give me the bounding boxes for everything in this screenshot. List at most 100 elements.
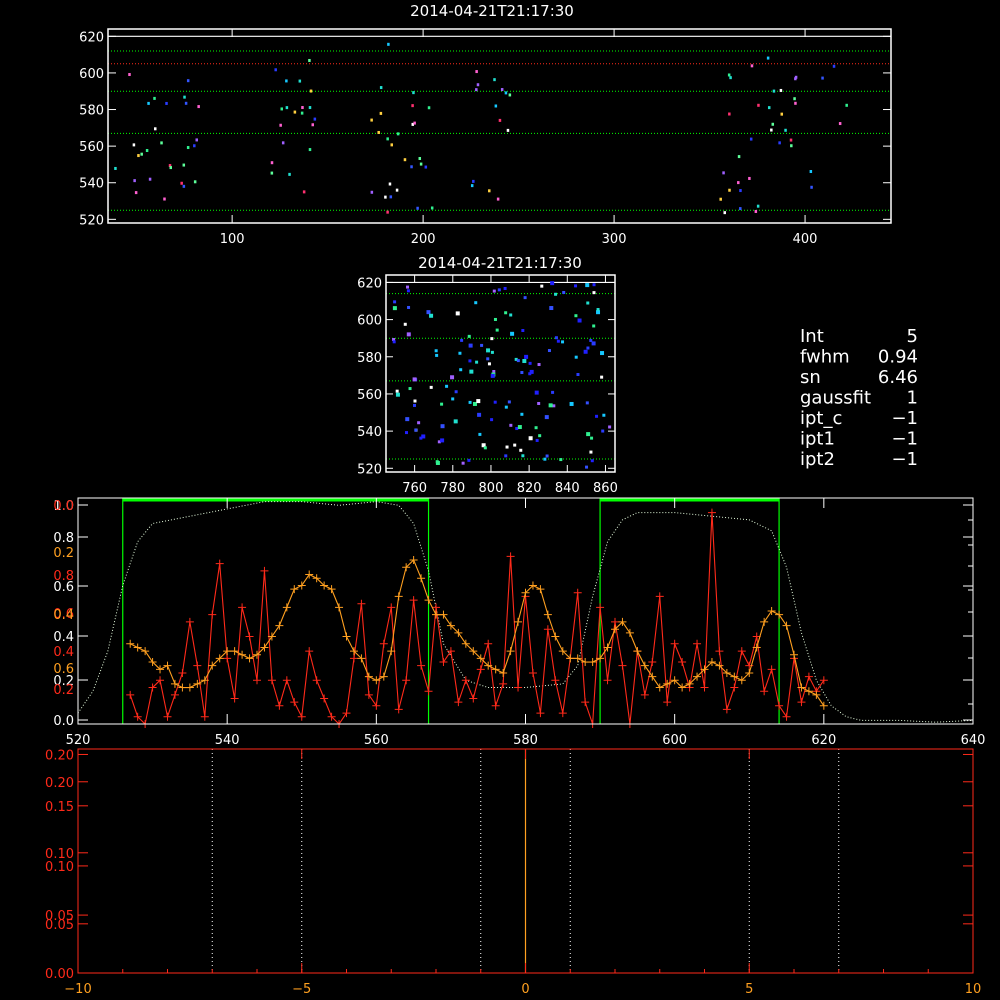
spec-red-y-label-3: 0.8 — [53, 569, 74, 584]
mid-point-102 — [408, 387, 412, 391]
mid-point-15 — [590, 459, 594, 463]
red-series-point-57 — [551, 676, 560, 685]
top-point-123 — [821, 76, 824, 80]
bottom-x-tick-label-1: −5 — [292, 982, 311, 997]
mid-point-12 — [459, 368, 463, 372]
orange-series-point-88 — [782, 621, 791, 630]
mid-point-148 — [434, 349, 438, 353]
mid-point-135 — [545, 454, 549, 458]
top-point-19 — [193, 144, 196, 148]
orange-series-point-15 — [238, 650, 247, 659]
mid-point-52 — [586, 432, 591, 437]
top-point-48 — [370, 118, 373, 122]
top-point-69 — [427, 106, 431, 110]
top-panel-frame — [107, 28, 892, 224]
mid-point-5 — [504, 454, 508, 458]
mid-point-84 — [477, 412, 482, 417]
mid-point-115 — [490, 337, 494, 341]
mid-point-96 — [549, 306, 554, 311]
top-point-58 — [387, 42, 390, 46]
orange-series-point-42 — [439, 610, 448, 619]
info-label-5: ipt1 — [800, 429, 835, 450]
spectrum-lines — [77, 501, 974, 728]
top-point-85 — [494, 104, 498, 108]
bottom-y-tick-label-6: 0.20 — [45, 776, 74, 791]
bottom-y-tick-label-2: 0.05 — [45, 909, 74, 924]
mid-point-16 — [520, 412, 524, 416]
mid-point-26 — [490, 418, 494, 422]
top-point-3 — [183, 95, 186, 99]
mid-x-tick-label-760: 760 — [402, 481, 427, 496]
red-series-point-78 — [707, 508, 716, 517]
top-point-116 — [748, 176, 751, 180]
top-point-110 — [770, 128, 773, 132]
mid-point-103 — [576, 373, 580, 377]
mid-y-tick-label-580: 580 — [357, 351, 382, 366]
mid-point-59 — [483, 446, 487, 450]
red-series-point-39 — [417, 661, 426, 670]
mid-point-146 — [537, 363, 541, 367]
top-point-105 — [719, 197, 722, 201]
red-series-point-50 — [499, 679, 508, 688]
red-series-point-49 — [491, 701, 500, 710]
orange-series-point-93 — [819, 701, 828, 710]
top-point-87 — [472, 179, 475, 183]
top-point-81 — [506, 128, 510, 132]
top-point-88 — [737, 155, 741, 159]
mid-point-49 — [595, 414, 599, 418]
red-series-point-6 — [170, 690, 179, 699]
mid-y-tick-label-540: 540 — [357, 425, 382, 440]
orange-series-point-1 — [133, 643, 142, 652]
red-series-point-25 — [312, 676, 321, 685]
mid-point-149 — [395, 392, 400, 397]
top-point-33 — [311, 123, 315, 127]
mid-point-22 — [552, 404, 556, 408]
red-series-point-9 — [193, 661, 202, 670]
mid-point-137 — [601, 429, 605, 433]
mid-point-19 — [554, 336, 558, 340]
mid-point-116 — [591, 341, 596, 346]
top-point-124 — [832, 64, 836, 68]
mid-point-68 — [561, 340, 565, 344]
mid-point-53 — [492, 369, 496, 373]
middle-panel-guides — [386, 281, 615, 460]
red-series-point-18 — [260, 566, 269, 575]
bottom-y-tick-label-5: 0.15 — [45, 800, 74, 815]
red-series-point-43 — [446, 647, 455, 656]
red-series-point-23 — [297, 712, 306, 721]
top-point-25 — [160, 141, 163, 145]
red-series-point-36 — [394, 705, 403, 714]
top-point-15 — [184, 101, 188, 105]
orange-series-point-29 — [342, 632, 351, 641]
top-point-6 — [186, 79, 190, 83]
red-series-point-42 — [439, 658, 448, 667]
top-point-118 — [750, 64, 754, 68]
bottom-y-tick-label-0: 0.00 — [45, 967, 74, 982]
top-point-18 — [145, 148, 149, 152]
mid-point-119 — [540, 284, 544, 288]
spec-x-tick-label-520: 520 — [66, 733, 91, 748]
orange-series-point-52 — [514, 617, 523, 626]
top-point-41 — [270, 171, 274, 175]
orange-series-point-62 — [588, 658, 597, 667]
mid-point-66 — [592, 291, 596, 295]
spec-x-tick-label-620: 620 — [811, 733, 836, 748]
mid-point-29 — [515, 427, 519, 431]
mid-point-120 — [516, 359, 520, 363]
mid-point-21 — [435, 353, 439, 357]
orange-series-point-69 — [640, 661, 649, 670]
mid-point-11 — [469, 369, 474, 374]
red-series-point-91 — [804, 672, 813, 681]
bottom-x-tick-label-4: 10 — [965, 982, 982, 997]
top-point-56 — [377, 130, 380, 134]
red-series-point-29 — [342, 709, 351, 718]
orange-series-point-32 — [364, 672, 373, 681]
bottom-x-tick-label-3: 5 — [745, 982, 753, 997]
mid-x-tick-label-860: 860 — [593, 481, 618, 496]
orange-series-point-0 — [126, 639, 135, 648]
info-value-0: 5 — [907, 326, 918, 347]
mid-point-111 — [445, 384, 449, 388]
mid-point-34 — [487, 362, 491, 366]
top-point-10 — [182, 184, 186, 188]
bottom-y-tick-label-3: 0.10 — [45, 860, 74, 875]
